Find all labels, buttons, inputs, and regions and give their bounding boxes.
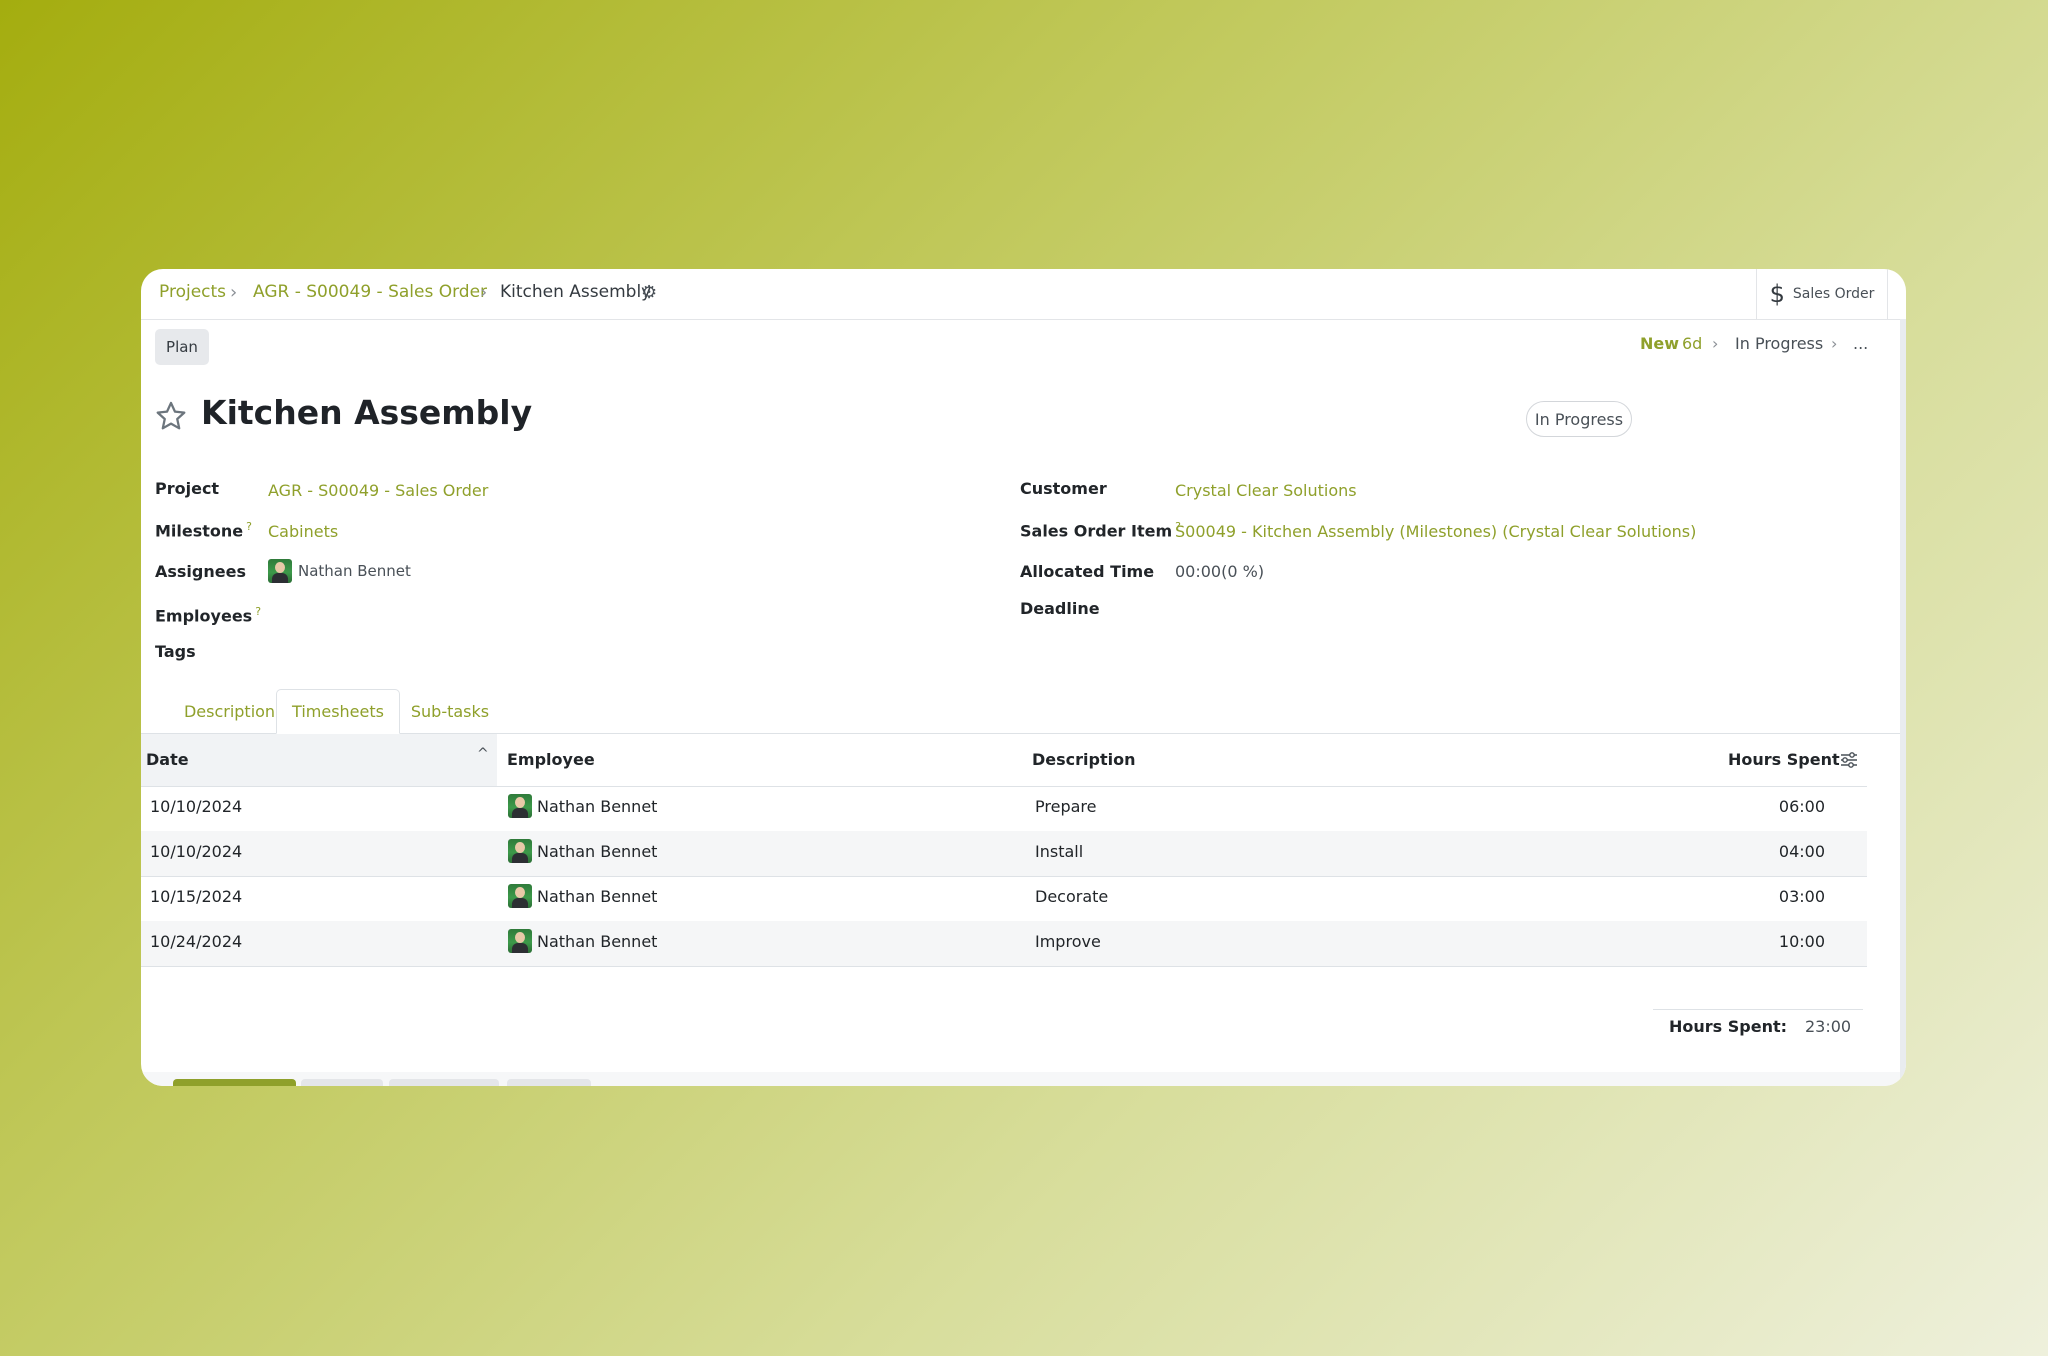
breadcrumb-sales-order[interactable]: AGR - S00049 - Sales Order xyxy=(253,282,487,302)
row-description: Decorate xyxy=(1035,887,1109,906)
row-description: Install xyxy=(1035,842,1084,861)
row-employee: Nathan Bennet xyxy=(508,884,657,908)
timesheet-table-header: Date ^ Employee Description Hours Spent xyxy=(141,734,1867,787)
plan-button[interactable]: Plan xyxy=(155,329,209,365)
row-description: Improve xyxy=(1035,932,1101,951)
chatter-tab-activities[interactable] xyxy=(389,1079,499,1086)
total-hours-value: 23:00 xyxy=(1805,1017,1852,1036)
employees-label: Employees? xyxy=(155,605,262,626)
sales-order-button-label: Sales Order xyxy=(1792,286,1875,302)
stage-more[interactable]: ... xyxy=(1853,334,1868,353)
star-icon[interactable] xyxy=(154,399,188,433)
assignees-field[interactable]: Nathan Bennet xyxy=(268,559,411,583)
date-column-header[interactable] xyxy=(141,734,497,786)
breadcrumb-separator: › xyxy=(480,282,488,303)
stage-in-progress[interactable]: In Progress xyxy=(1735,334,1823,353)
customer-field[interactable]: Crystal Clear Solutions xyxy=(1175,481,1357,500)
breadcrumb-bar: Projects › AGR - S00049 - Sales Order › … xyxy=(141,269,1906,320)
sort-ascending-icon: ^ xyxy=(477,746,489,762)
tab-subtasks[interactable]: Sub-tasks xyxy=(400,689,500,733)
table-row[interactable]: 10/10/2024 Nathan Bennet Install 04:00 xyxy=(141,831,1867,877)
total-divider xyxy=(1653,1009,1863,1010)
avatar xyxy=(508,839,532,863)
assignees-label: Assignees xyxy=(155,562,246,581)
help-icon: ? xyxy=(246,520,252,533)
allocated-time-label: Allocated Time xyxy=(1020,562,1155,581)
tags-label: Tags xyxy=(155,642,196,661)
table-row[interactable]: 10/15/2024 Nathan Bennet Decorate 03:00 xyxy=(141,876,1867,922)
help-icon: ? xyxy=(255,605,262,618)
stage-new[interactable]: New xyxy=(1640,334,1679,353)
row-hours: 04:00 xyxy=(1778,842,1825,861)
chatter-tab-log-note[interactable] xyxy=(301,1079,383,1086)
row-hours: 06:00 xyxy=(1778,797,1825,816)
avatar xyxy=(508,794,532,818)
row-date: 10/10/2024 xyxy=(150,797,243,816)
chevron-right-icon: › xyxy=(1712,334,1719,353)
stage-new-duration: 6d xyxy=(1682,334,1703,353)
project-field[interactable]: AGR - S00049 - Sales Order xyxy=(268,481,488,500)
row-date: 10/15/2024 xyxy=(150,887,243,906)
sales-order-item-label: Sales Order Item? xyxy=(1020,520,1181,541)
deadline-label: Deadline xyxy=(1020,599,1100,618)
notebook-tabs: Description Timesheets Sub-tasks xyxy=(141,689,1900,734)
customer-label: Customer xyxy=(1020,479,1107,498)
table-row[interactable]: 10/10/2024 Nathan Bennet Prepare 06:00 xyxy=(141,786,1867,832)
avatar xyxy=(508,929,532,953)
breadcrumb-separator: › xyxy=(230,282,238,303)
assignee-name: Nathan Bennet xyxy=(298,562,411,580)
description-header[interactable]: Description xyxy=(1032,750,1135,769)
breadcrumb-current: Kitchen Assembly xyxy=(500,282,652,302)
total-hours-label: Hours Spent: xyxy=(1669,1017,1788,1036)
sales-order-item-field[interactable]: S00049 - Kitchen Assembly (Milestones) (… xyxy=(1175,522,1696,541)
chevron-right-icon: › xyxy=(1831,334,1838,353)
avatar xyxy=(268,559,292,583)
chatter-tab-send-message[interactable] xyxy=(173,1079,296,1086)
row-hours: 10:00 xyxy=(1778,932,1825,951)
column-settings-icon[interactable] xyxy=(1839,750,1859,770)
project-label: Project xyxy=(155,479,220,498)
gear-icon[interactable]: ⚙ xyxy=(641,282,657,303)
row-employee: Nathan Bennet xyxy=(508,794,657,818)
row-employee: Nathan Bennet xyxy=(508,929,657,953)
row-date: 10/10/2024 xyxy=(150,842,243,861)
sales-order-smart-button[interactable]: $ Sales Order xyxy=(1756,269,1888,319)
allocated-time-field[interactable]: 00:00(0 %) xyxy=(1175,562,1264,581)
row-hours: 03:00 xyxy=(1778,887,1825,906)
row-employee: Nathan Bennet xyxy=(508,839,657,863)
table-row[interactable]: 10/24/2024 Nathan Bennet Improve 10:00 xyxy=(141,921,1867,967)
employee-header[interactable]: Employee xyxy=(507,750,595,769)
dollar-icon: $ xyxy=(1769,280,1785,308)
milestone-label: Milestone? xyxy=(155,520,252,541)
date-header[interactable]: Date xyxy=(146,750,189,769)
scrollbar[interactable] xyxy=(1900,319,1906,1086)
row-description: Prepare xyxy=(1035,797,1097,816)
task-form-window: Projects › AGR - S00049 - Sales Order › … xyxy=(141,269,1906,1086)
status-badge[interactable]: In Progress xyxy=(1526,401,1632,437)
hours-spent-header[interactable]: Hours Spent xyxy=(1728,750,1840,769)
row-date: 10/24/2024 xyxy=(150,932,243,951)
chatter-tab-attachments[interactable] xyxy=(507,1079,591,1086)
milestone-field[interactable]: Cabinets xyxy=(268,522,338,541)
breadcrumb-projects[interactable]: Projects xyxy=(159,282,226,302)
avatar xyxy=(508,884,532,908)
task-title[interactable]: Kitchen Assembly xyxy=(201,393,532,432)
tab-timesheets[interactable]: Timesheets xyxy=(276,689,400,734)
